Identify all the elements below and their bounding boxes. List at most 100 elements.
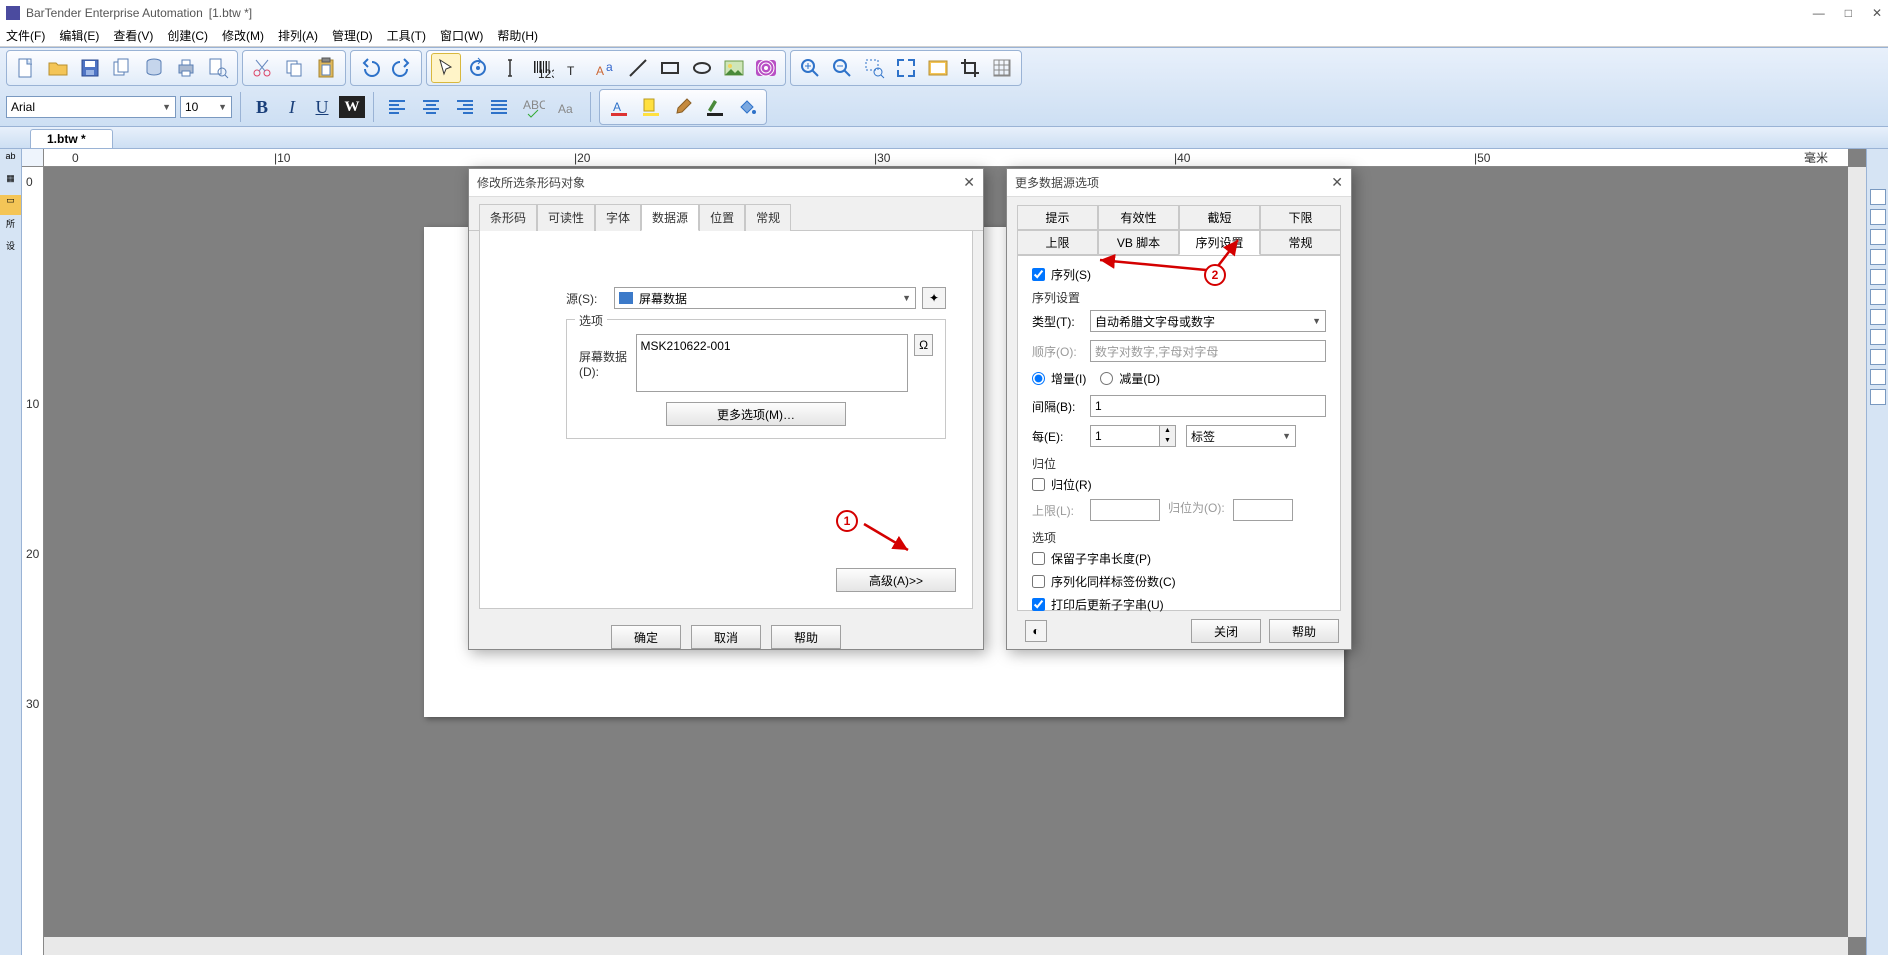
advanced-button[interactable]: 高级(A)>>	[836, 568, 956, 592]
case-icon[interactable]: Aa	[552, 92, 582, 122]
keep-length-checkbox[interactable]: 保留子字串长度(P)	[1032, 550, 1326, 567]
omega-icon[interactable]: Ω	[914, 334, 933, 356]
right-tool-10[interactable]	[1870, 369, 1886, 385]
tab-truncate[interactable]: 截短	[1179, 205, 1260, 230]
text-cursor-icon[interactable]	[495, 53, 525, 83]
print-icon[interactable]	[171, 53, 201, 83]
right-tool-7[interactable]	[1870, 309, 1886, 325]
save-icon[interactable]	[75, 53, 105, 83]
label-view-icon[interactable]	[923, 53, 953, 83]
tab-lower[interactable]: 下限	[1260, 205, 1341, 230]
help-button[interactable]: 帮助	[771, 625, 841, 649]
every-unit-select[interactable]: 标签▼	[1186, 425, 1296, 447]
info-icon[interactable]: ◐	[1025, 620, 1047, 642]
menu-arrange[interactable]: 排列(A)	[278, 27, 318, 44]
tab-position[interactable]: 位置	[699, 204, 745, 231]
right-tool-3[interactable]	[1870, 229, 1886, 245]
zoom-in-icon[interactable]	[795, 53, 825, 83]
menu-view[interactable]: 查看(V)	[113, 27, 153, 44]
tab-readable[interactable]: 可读性	[537, 204, 595, 231]
italic-icon[interactable]: I	[279, 94, 305, 120]
align-justify-icon[interactable]	[484, 92, 514, 122]
tab-datasource[interactable]: 数据源	[641, 204, 699, 231]
right-tool-1[interactable]	[1870, 189, 1886, 205]
right-tool-4[interactable]	[1870, 249, 1886, 265]
seq-same-checkbox[interactable]: 序列化同样标签份数(C)	[1032, 573, 1326, 590]
right-tool-6[interactable]	[1870, 289, 1886, 305]
highlight-icon[interactable]	[636, 92, 666, 122]
menu-window[interactable]: 窗口(W)	[440, 27, 483, 44]
open-icon[interactable]	[43, 53, 73, 83]
dialog1-close-icon[interactable]: ✕	[963, 174, 975, 191]
menu-admin[interactable]: 管理(D)	[332, 27, 373, 44]
minimize-button[interactable]: —	[1813, 6, 1825, 20]
zoom-out-icon[interactable]	[827, 53, 857, 83]
dialog1-titlebar[interactable]: 修改所选条形码对象 ✕	[469, 169, 983, 197]
tab-upper[interactable]: 上限	[1017, 230, 1098, 255]
right-tool-9[interactable]	[1870, 349, 1886, 365]
scrollbar-horizontal[interactable]	[44, 937, 1848, 955]
text-icon[interactable]: T	[559, 53, 589, 83]
left-tool-5[interactable]: 设	[0, 239, 21, 259]
dialog2-close-icon[interactable]: ✕	[1331, 174, 1343, 191]
menu-tools[interactable]: 工具(T)	[387, 27, 426, 44]
interval-input[interactable]	[1090, 395, 1326, 417]
tab-prompt[interactable]: 提示	[1017, 205, 1098, 230]
align-right-icon[interactable]	[450, 92, 480, 122]
tab-font[interactable]: 字体	[595, 204, 641, 231]
menu-modify[interactable]: 修改(M)	[222, 27, 264, 44]
source-select[interactable]: 屏幕数据 ▼	[614, 287, 916, 309]
ellipse-icon[interactable]	[687, 53, 717, 83]
decrement-radio[interactable]: 减量(D)	[1100, 370, 1160, 387]
rfid-icon[interactable]	[751, 53, 781, 83]
line-color-icon[interactable]	[700, 92, 730, 122]
cut-icon[interactable]	[247, 53, 277, 83]
sequence-checkbox[interactable]: 序列(S)	[1032, 266, 1326, 283]
paste-icon[interactable]	[311, 53, 341, 83]
spellcheck-icon[interactable]: ABC	[518, 92, 548, 122]
database-icon[interactable]	[139, 53, 169, 83]
barcode-icon[interactable]: 123	[527, 53, 557, 83]
help-button-2[interactable]: 帮助	[1269, 619, 1339, 643]
tab-validity[interactable]: 有效性	[1098, 205, 1179, 230]
tab-general2[interactable]: 常规	[1260, 230, 1341, 255]
rotate-icon[interactable]	[463, 53, 493, 83]
copy-icon[interactable]	[279, 53, 309, 83]
every-spinner[interactable]: ▲▼	[1090, 425, 1176, 447]
fill-icon[interactable]	[732, 92, 762, 122]
paint-brush-icon[interactable]	[668, 92, 698, 122]
right-tool-11[interactable]	[1870, 389, 1886, 405]
cancel-button[interactable]: 取消	[691, 625, 761, 649]
left-tool-4[interactable]: 所	[0, 217, 21, 237]
undo-icon[interactable]	[355, 53, 385, 83]
increment-radio[interactable]: 增量(I)	[1032, 370, 1086, 387]
line-icon[interactable]	[623, 53, 653, 83]
font-color-icon[interactable]: A	[604, 92, 634, 122]
type-select[interactable]: 自动希腊文字母或数字▼	[1090, 310, 1326, 332]
maximize-button[interactable]: □	[1845, 6, 1852, 20]
grid-icon[interactable]	[987, 53, 1017, 83]
scrollbar-vertical[interactable]	[1848, 167, 1866, 937]
inverse-icon[interactable]: W	[339, 96, 365, 118]
font-family-select[interactable]: Arial▼	[6, 96, 176, 118]
reset-checkbox[interactable]: 归位(R)	[1032, 476, 1326, 493]
close-button[interactable]: ✕	[1872, 6, 1882, 20]
align-left-icon[interactable]	[382, 92, 412, 122]
left-tool-3[interactable]: ▭	[0, 195, 21, 215]
multi-doc-icon[interactable]	[107, 53, 137, 83]
zoom-region-icon[interactable]	[859, 53, 889, 83]
menu-help[interactable]: 帮助(H)	[497, 27, 538, 44]
print-preview-icon[interactable]	[203, 53, 233, 83]
tab-barcode[interactable]: 条形码	[479, 204, 537, 231]
update-after-checkbox[interactable]: 打印后更新子字串(U)	[1032, 596, 1326, 613]
tab-sequence[interactable]: 序列设置	[1179, 230, 1260, 255]
rectangle-icon[interactable]	[655, 53, 685, 83]
ok-button[interactable]: 确定	[611, 625, 681, 649]
document-tab[interactable]: 1.btw *	[30, 129, 113, 148]
dialog2-titlebar[interactable]: 更多数据源选项 ✕	[1007, 169, 1351, 197]
new-icon[interactable]	[11, 53, 41, 83]
pointer-icon[interactable]	[431, 53, 461, 83]
format-text-icon[interactable]: Aa	[591, 53, 621, 83]
close-button[interactable]: 关闭	[1191, 619, 1261, 643]
tab-vb[interactable]: VB 脚本	[1098, 230, 1179, 255]
